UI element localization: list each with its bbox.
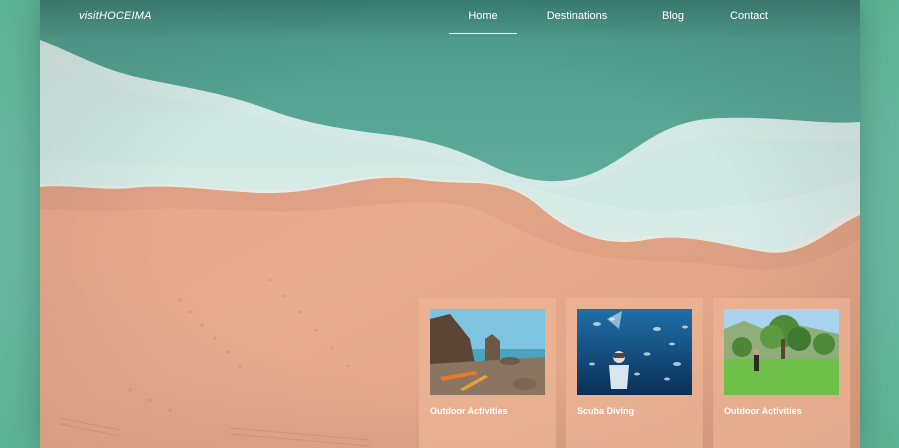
nav-home-link[interactable]: Home: [449, 10, 517, 34]
hero-page: visitHOCEIMA Home Destinations Blog Cont…: [40, 0, 860, 448]
rocky-coast-kayaks-image: [430, 309, 545, 395]
top-navigation-bar: visitHOCEIMA Home Destinations Blog Cont…: [40, 0, 860, 40]
site-logo[interactable]: visitHOCEIMA: [79, 10, 152, 22]
activity-card-outdoor[interactable]: Outdoor Activities: [419, 298, 556, 448]
diver-with-fish-image: [577, 309, 692, 395]
activity-card-scuba[interactable]: Scuba Diving: [566, 298, 703, 448]
card-title: Scuba Diving: [577, 406, 635, 416]
activity-cards: Outdoor Activities Scuba Diving Outdoor …: [419, 298, 850, 448]
nav-destinations-link[interactable]: Destinations: [517, 10, 637, 34]
nav-contact-link[interactable]: Contact: [709, 10, 789, 34]
card-title: Outdoor Activities: [430, 406, 508, 416]
main-nav: Home Destinations Blog Contact: [449, 10, 789, 34]
card-title: Outdoor Activities: [724, 406, 802, 416]
activity-card-hiking[interactable]: Outdoor Activities: [713, 298, 850, 448]
hiker-in-green-meadow-image: [724, 309, 839, 395]
nav-blog-link[interactable]: Blog: [637, 10, 709, 34]
